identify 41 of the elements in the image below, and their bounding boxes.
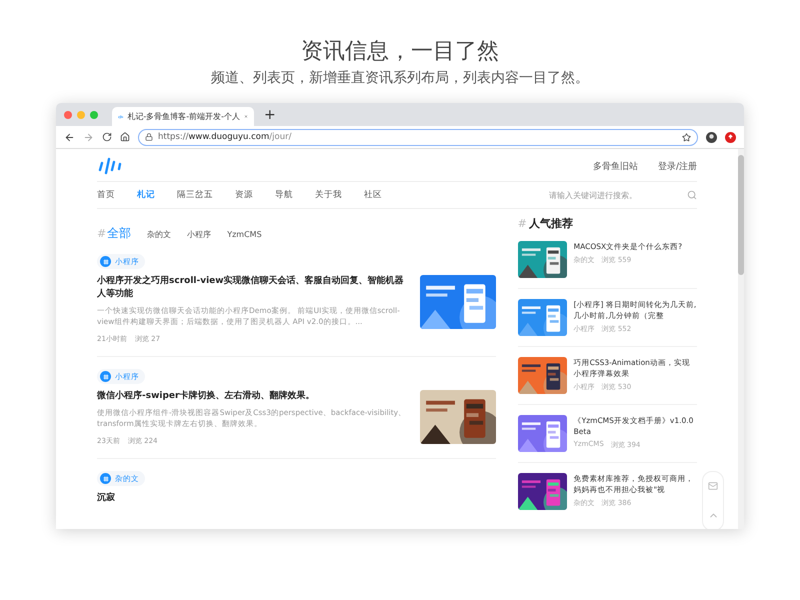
nav-item[interactable]: 资源: [235, 189, 253, 201]
forward-icon[interactable]: [83, 132, 94, 142]
home-icon[interactable]: [120, 132, 130, 142]
hash-mark: #: [518, 217, 527, 230]
nav-item[interactable]: 首页: [97, 189, 115, 201]
reload-icon[interactable]: [102, 132, 112, 142]
mail-icon[interactable]: [708, 481, 718, 492]
url-text: https://www.duoguyu.com/jour/: [158, 132, 292, 142]
close-light[interactable]: [64, 110, 72, 118]
filter-tab[interactable]: YzmCMS: [227, 230, 262, 239]
filter-tab[interactable]: 杂的文: [147, 229, 172, 240]
nav-item[interactable]: 导航: [275, 189, 293, 201]
avatar-icon[interactable]: [706, 132, 717, 142]
scrollbar[interactable]: [738, 149, 744, 529]
back-icon[interactable]: [64, 132, 75, 142]
hash-icon: [100, 371, 111, 382]
search-icon[interactable]: [687, 190, 697, 200]
header-link[interactable]: 多骨鱼旧站: [592, 160, 638, 172]
nav-item[interactable]: 隔三岔五: [177, 189, 213, 201]
hash-icon: [100, 256, 111, 267]
section-title: 人气推荐: [528, 216, 573, 231]
lock-icon: [145, 133, 153, 141]
nav-item[interactable]: 社区: [364, 189, 382, 201]
hash-mark: #: [97, 227, 106, 240]
article-title[interactable]: 小程序开发之巧用scroll-view实现微信聊天会话、客服自动回复、智能机器人等功能: [97, 275, 408, 301]
logo-icon: [118, 112, 124, 120]
article-title[interactable]: 微信小程序-swiper卡牌切换、左右滑动、翻牌效果。: [97, 390, 408, 403]
header-link[interactable]: 登录/注册: [658, 160, 697, 172]
filter-tab[interactable]: 小程序: [187, 229, 212, 240]
new-tab-button[interactable]: +: [260, 106, 280, 122]
star-icon[interactable]: [682, 132, 691, 142]
article-title[interactable]: 沉寂: [97, 492, 496, 505]
nav-item[interactable]: 关于我: [315, 189, 342, 201]
browser-tab[interactable]: 札记-多骨鱼博客-前端开发-个人: [112, 107, 254, 126]
extension-icon[interactable]: [725, 132, 736, 142]
subheadline: 频道、列表页，新增垂直资讯系列布局，列表内容一目了然。: [211, 69, 589, 88]
url-field[interactable]: https://www.duoguyu.com/jour/: [138, 128, 698, 146]
zoom-light[interactable]: [90, 110, 98, 118]
headline: 资讯信息，一目了然: [301, 38, 499, 66]
hash-icon: [100, 473, 111, 484]
tab-title: 札记-多骨鱼博客-前端开发-个人: [127, 111, 240, 122]
